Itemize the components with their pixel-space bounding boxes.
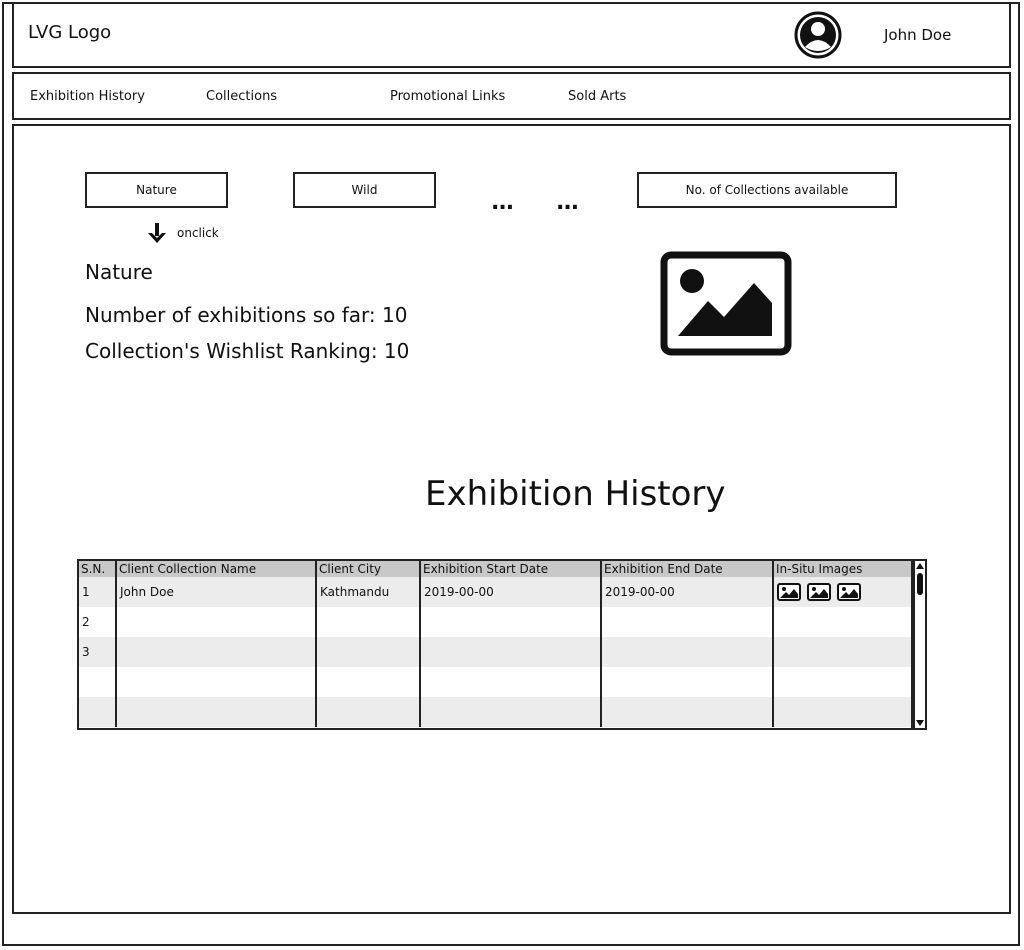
collection-tab-nature[interactable]: Nature — [85, 172, 228, 208]
table-cell — [316, 697, 421, 727]
image-thumbnail-icon[interactable] — [837, 583, 861, 601]
scroll-up-icon[interactable] — [915, 561, 925, 571]
onclick-note: onclick — [177, 226, 219, 240]
table-row[interactable]: 3 — [79, 637, 911, 667]
image-placeholder-icon — [660, 251, 792, 356]
table-cell — [773, 607, 911, 637]
collection-tab-label: Wild — [351, 183, 378, 197]
scroll-down-icon[interactable] — [915, 718, 925, 728]
table-cell — [601, 667, 774, 697]
collection-tab-wild[interactable]: Wild — [293, 172, 436, 208]
table-cell — [79, 667, 117, 697]
table-cell: 2 — [79, 607, 117, 637]
nav-sold-arts[interactable]: Sold Arts — [568, 89, 626, 104]
table-cell — [116, 667, 317, 697]
more-collections-ellipsis: ... — [556, 190, 579, 215]
table-cell: Kathmandu — [316, 577, 421, 607]
table-cell — [79, 697, 117, 727]
table-cell: 1 — [79, 577, 117, 607]
user-name[interactable]: John Doe — [884, 26, 951, 44]
table-cell — [420, 697, 602, 727]
table-cell — [116, 637, 317, 667]
table-cell: 3 — [79, 637, 117, 667]
arrow-down-icon — [148, 223, 166, 243]
table-cell — [316, 667, 421, 697]
nav-exhibition-history[interactable]: Exhibition History — [30, 89, 145, 104]
nav-collections[interactable]: Collections — [206, 89, 277, 104]
collection-title: Nature — [85, 260, 153, 284]
table-cell — [316, 637, 421, 667]
section-title: Exhibition History — [425, 474, 726, 514]
exhibitions-count: Number of exhibitions so far: 10 — [85, 303, 408, 327]
table-cell — [116, 607, 317, 637]
table-cell — [773, 697, 911, 727]
table-cell — [601, 637, 774, 667]
table-row[interactable]: 1 John Doe Kathmandu 2019-00-00 2019-00-… — [79, 577, 911, 607]
table-cell — [316, 607, 421, 637]
nav-bar — [12, 72, 1011, 120]
collection-tab-label: Nature — [136, 183, 177, 197]
exhibition-history-table: S.N. Client Collection Name Client City … — [77, 559, 913, 730]
table-cell — [420, 607, 602, 637]
header-bar — [12, 2, 1011, 68]
table-row[interactable] — [79, 697, 911, 727]
image-thumbnail-icon[interactable] — [807, 583, 831, 601]
in-situ-images-cell — [773, 577, 911, 607]
collections-count-label: No. of Collections available — [685, 183, 849, 197]
table-cell — [601, 697, 774, 727]
table-cell — [420, 667, 602, 697]
scrollbar-thumb[interactable] — [917, 573, 923, 595]
table-row[interactable]: 2 — [79, 607, 911, 637]
table-scrollbar[interactable] — [913, 559, 927, 730]
collections-count-button[interactable]: No. of Collections available — [637, 172, 897, 208]
table-cell — [420, 637, 602, 667]
table-header-row: S.N. Client Collection Name Client City … — [79, 561, 911, 577]
column-header[interactable]: Client Collection Name — [116, 561, 317, 577]
user-avatar-icon[interactable] — [794, 11, 842, 59]
more-collections-ellipsis: ... — [491, 190, 514, 215]
table-cell — [773, 637, 911, 667]
logo[interactable]: LVG Logo — [28, 22, 111, 43]
column-header[interactable]: In-Situ Images — [773, 561, 911, 577]
table-cell: John Doe — [116, 577, 317, 607]
wishlist-ranking: Collection's Wishlist Ranking: 10 — [85, 339, 410, 363]
table-cell — [601, 607, 774, 637]
nav-promotional-links[interactable]: Promotional Links — [390, 89, 505, 104]
table-cell: 2019-00-00 — [601, 577, 774, 607]
column-header[interactable]: Exhibition End Date — [601, 561, 774, 577]
column-header[interactable]: Exhibition Start Date — [420, 561, 602, 577]
image-thumbnail-icon[interactable] — [777, 583, 801, 601]
column-header[interactable]: Client City — [316, 561, 421, 577]
table-cell — [773, 667, 911, 697]
column-header[interactable]: S.N. — [79, 561, 117, 577]
table-row[interactable] — [79, 667, 911, 697]
table-cell — [116, 697, 317, 727]
table-cell: 2019-00-00 — [420, 577, 602, 607]
